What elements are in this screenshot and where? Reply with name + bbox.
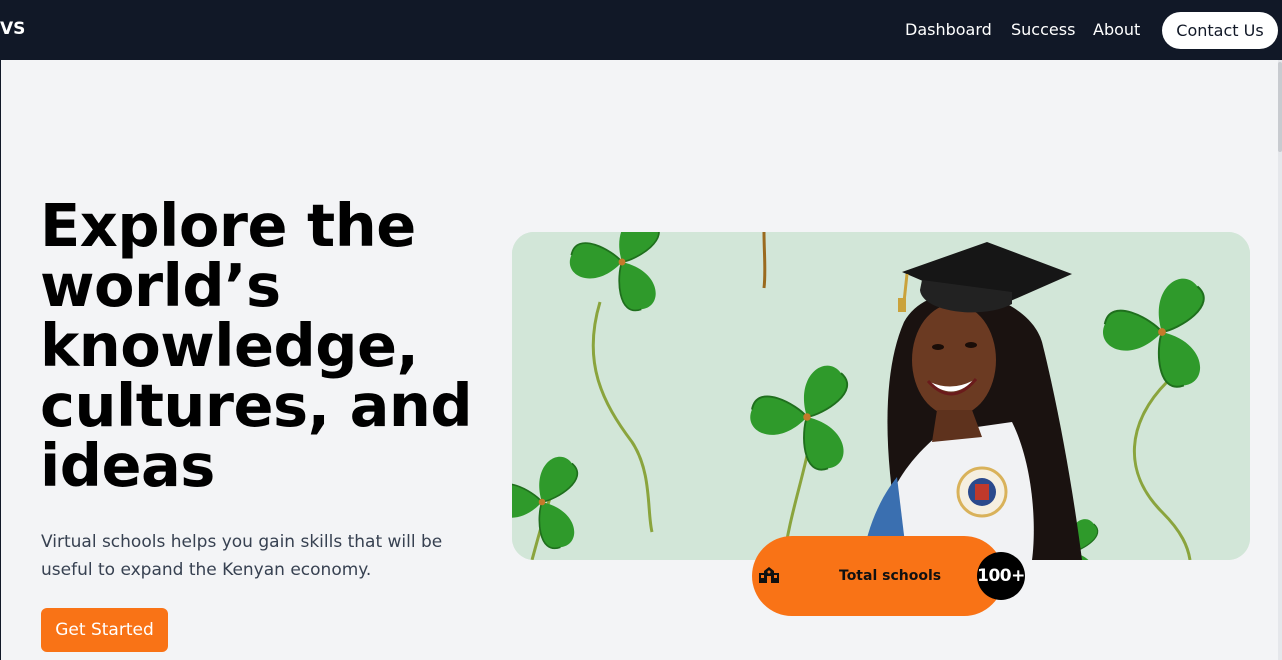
hero-title: Explore the world’s knowledge, cultures,… [40, 191, 473, 500]
get-started-button[interactable]: Get Started [41, 608, 168, 652]
nav-link-about[interactable]: About [1093, 20, 1140, 39]
school-icon [758, 567, 780, 587]
page-left-border [0, 60, 1, 660]
hero-graduate-image [512, 232, 1250, 560]
nav-link-dashboard[interactable]: Dashboard [905, 20, 992, 39]
stat-label: Total schools [839, 568, 942, 584]
stat-value-badge: 100+ [977, 552, 1025, 600]
brand-logo[interactable]: VS [0, 19, 25, 39]
scrollbar-thumb[interactable] [1278, 62, 1282, 152]
total-schools-card: Total schools 100+ [752, 536, 1025, 616]
hero-subtitle: Virtual schools helps you gain skills th… [41, 532, 443, 580]
top-navbar: VS Dashboard Success About Contact Us [0, 0, 1282, 60]
contact-us-button[interactable]: Contact Us [1162, 12, 1278, 49]
nav-link-success[interactable]: Success [1011, 20, 1075, 39]
